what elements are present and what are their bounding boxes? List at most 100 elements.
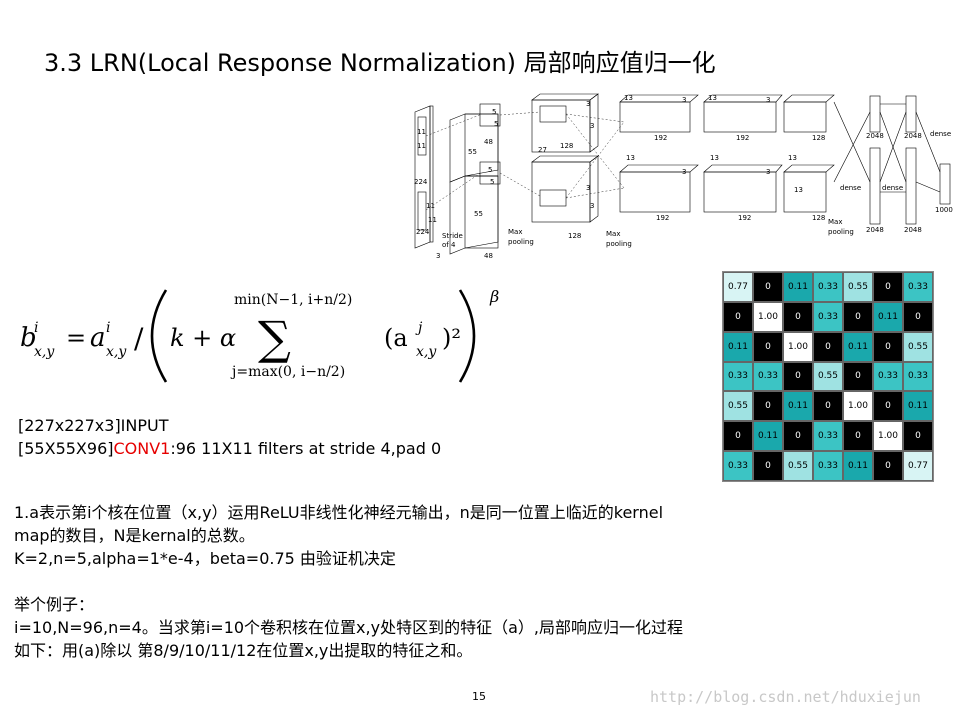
formula-beta: β bbox=[489, 287, 499, 306]
formula-sigma: ∑ bbox=[258, 311, 291, 365]
matrix-cell: 0.77 bbox=[723, 272, 753, 302]
matrix-cell: 0.11 bbox=[903, 391, 933, 422]
conv1-details: :96 11X11 filters at stride 4,pad 0 bbox=[170, 439, 442, 458]
label-48-a: 48 bbox=[484, 138, 493, 146]
formula-term-sup: j bbox=[415, 320, 423, 336]
label-maxpool-c: Max bbox=[606, 230, 620, 238]
matrix-cell: 0.33 bbox=[813, 451, 843, 481]
matrix-cell: 0.33 bbox=[813, 272, 843, 302]
conv2-volume-bottom bbox=[531, 161, 591, 223]
matrix-cell: 0 bbox=[843, 421, 873, 452]
label-2048-a: 2048 bbox=[866, 132, 884, 140]
matrix-cell: 0 bbox=[873, 331, 903, 362]
matrix-cell: 0 bbox=[843, 301, 873, 332]
label-11-b: 11 bbox=[417, 142, 426, 150]
formula-left-paren bbox=[150, 289, 168, 383]
label-128-c: 128 bbox=[812, 134, 825, 142]
matrix-cell: 0 bbox=[873, 451, 903, 481]
conv4-volume-top bbox=[703, 101, 777, 133]
matrix-cell: 0.11 bbox=[723, 331, 753, 362]
formula-b-sup: i bbox=[34, 320, 38, 336]
formula-right-paren bbox=[458, 289, 476, 383]
matrix-cell: 1.00 bbox=[843, 391, 873, 422]
matrix-cell: 0.11 bbox=[753, 421, 783, 452]
matrix-cell: 0.55 bbox=[783, 451, 813, 481]
label-192-c: 192 bbox=[736, 134, 749, 142]
matrix-cell: 0 bbox=[723, 301, 753, 332]
label-5-a: 5 bbox=[492, 108, 496, 116]
label-2048-b: 2048 bbox=[866, 226, 884, 234]
label-3-a: 3 bbox=[586, 100, 590, 108]
matrix-cell: 1.00 bbox=[783, 331, 813, 362]
matrix-cell: 0 bbox=[813, 331, 843, 362]
matrix-cell: 0.11 bbox=[843, 331, 873, 362]
label-11-a: 11 bbox=[417, 128, 426, 136]
label-dense-b: dense bbox=[840, 184, 861, 192]
matrix-cell: 0.33 bbox=[723, 361, 753, 392]
conv5-volume-top bbox=[783, 101, 827, 133]
matrix-cell: 0.55 bbox=[723, 391, 753, 422]
formula-a-sub: x,y bbox=[106, 344, 127, 360]
label-dense-c: dense bbox=[882, 184, 903, 192]
formula-term: (a bbox=[384, 324, 408, 352]
matrix-cell: 0 bbox=[753, 391, 783, 422]
alexnet-architecture-diagram: 224 224 3 11 11 11 11 Stride of 4 55 55 … bbox=[410, 92, 960, 264]
label-5-c: 5 bbox=[488, 166, 492, 174]
label-13-f: 13 bbox=[794, 186, 803, 194]
matrix-cell: 0.11 bbox=[843, 451, 873, 481]
label-maxpool-b: pooling bbox=[508, 238, 534, 246]
formula-upper: min(N−1, i+n/2) bbox=[234, 292, 352, 308]
label-5-d: 5 bbox=[490, 178, 494, 186]
conv1-line: [55X55X96]CONV1:96 11X11 filters at stri… bbox=[18, 437, 441, 460]
formula-slash: / bbox=[134, 322, 144, 355]
formula-lower: j=max(0, i−n/2) bbox=[230, 364, 345, 380]
matrix-cell: 0 bbox=[753, 272, 783, 302]
conv4-volume-bottom bbox=[703, 171, 777, 213]
explanation-line-3: K=2,n=5,alpha=1*e-4，beta=0.75 由验证机决定 bbox=[14, 549, 396, 568]
formula-a-sup: i bbox=[106, 320, 110, 336]
matrix-cell: 0 bbox=[843, 361, 873, 392]
fc7-top bbox=[905, 95, 917, 133]
matrix-cell: 0.33 bbox=[873, 361, 903, 392]
layer-spec-lines: [227x227x3]INPUT [55X55X96]CONV1:96 11X1… bbox=[18, 414, 441, 460]
page-number: 15 bbox=[472, 690, 486, 703]
matrix-cell: 0 bbox=[783, 361, 813, 392]
matrix-cell: 0.11 bbox=[873, 301, 903, 332]
label-3: 3 bbox=[436, 252, 440, 260]
matrix-cell: 0 bbox=[903, 301, 933, 332]
input-kernel-bottom bbox=[417, 191, 427, 231]
label-192-a: 192 bbox=[654, 134, 667, 142]
label-27: 27 bbox=[538, 146, 547, 154]
label-maxpool-f: pooling bbox=[828, 228, 854, 236]
label-3-c: 3 bbox=[586, 184, 590, 192]
matrix-cell: 0 bbox=[813, 391, 843, 422]
matrix-cell: 0.77 bbox=[903, 451, 933, 481]
matrix-cell: 0 bbox=[783, 301, 813, 332]
matrix-cell: 0.11 bbox=[783, 391, 813, 422]
explanation-line-5: i=10,N=96,n=4。当求第i=10个卷积核在位置x,y处特区到的特征（a… bbox=[14, 618, 683, 637]
label-192-d: 192 bbox=[738, 214, 751, 222]
watermark-url: http://blog.csdn.net/hduxiejun bbox=[650, 688, 921, 706]
matrix-cell: 0 bbox=[783, 421, 813, 452]
label-11-d: 11 bbox=[428, 216, 437, 224]
label-55-a: 55 bbox=[468, 148, 477, 156]
matrix-cell: 0 bbox=[753, 451, 783, 481]
label-3-e: 3 bbox=[682, 96, 686, 104]
matrix-cell: 0 bbox=[903, 421, 933, 452]
label-1000: 1000 bbox=[935, 206, 953, 214]
formula-svg: b i x,y = a i x,y / k + α ∑ min(N−1, i+n… bbox=[20, 287, 499, 383]
fc6-bottom bbox=[869, 147, 881, 225]
label-of4: of 4 bbox=[442, 241, 456, 249]
label-224-a: 224 bbox=[414, 178, 428, 186]
input-line: [227x227x3]INPUT bbox=[18, 416, 169, 435]
label-3-b: 3 bbox=[590, 122, 594, 130]
label-55-b: 55 bbox=[474, 210, 483, 218]
matrix-cell: 0.33 bbox=[903, 272, 933, 302]
conv3-volume-bottom bbox=[619, 171, 691, 213]
label-48-b: 48 bbox=[484, 252, 493, 260]
explanation-line-1: 1.a表示第i个核在位置（x,y）运用ReLU非线性化神经元输出，n是同一位置上… bbox=[14, 503, 664, 522]
explanation-line-4: 举个例子： bbox=[14, 595, 95, 614]
matrix-cell: 0.55 bbox=[813, 361, 843, 392]
label-13-e: 13 bbox=[788, 154, 797, 162]
label-13-c: 13 bbox=[708, 94, 717, 102]
